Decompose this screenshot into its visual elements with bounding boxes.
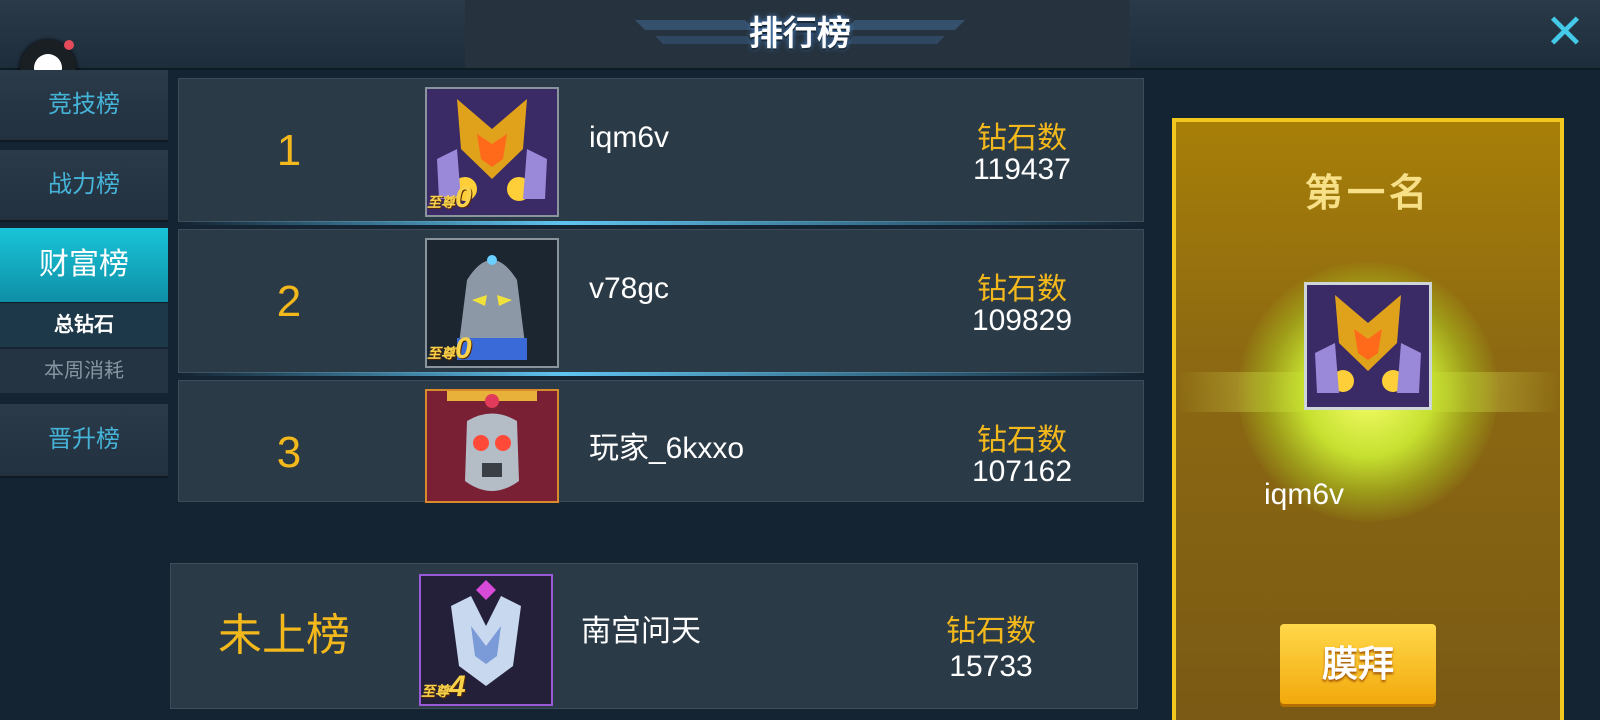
badge-text: 至尊: [427, 194, 455, 210]
stat-label: 钻石数: [977, 122, 1067, 155]
row-divider-glow: [180, 221, 1142, 225]
row-divider-glow: [180, 372, 1142, 376]
vip-badge: 至尊4: [421, 670, 466, 704]
badge-level: 0: [455, 332, 472, 365]
villain-portrait-icon: [427, 391, 557, 501]
ranking-row-3[interactable]: 3 玩家_6kxxo 钻石数 107162: [178, 380, 1144, 503]
rank-number: 3: [276, 428, 302, 477]
sidebar-item-label: 晋升榜: [48, 426, 120, 453]
badge-level: 4: [449, 670, 466, 703]
stat-label: 钻石数: [977, 273, 1067, 306]
stat-label: 钻石数: [977, 424, 1067, 457]
top-player-name: iqm6v: [1264, 478, 1345, 511]
badge-text: 至尊: [421, 683, 449, 699]
my-stat-label: 钻石数: [946, 615, 1036, 648]
top-player-avatar[interactable]: [1304, 282, 1432, 410]
my-rank-status: 未上榜: [218, 611, 350, 660]
rank-number: 1: [276, 126, 302, 175]
subtab-label: 本周消耗: [44, 360, 124, 382]
player-name: 玩家_6kxxo: [589, 432, 745, 465]
subtab-label: 总钻石: [54, 314, 114, 336]
my-avatar[interactable]: 至尊4: [419, 574, 553, 706]
ranking-row-2[interactable]: 2 至尊0 v78gc 钻石数 109829: [178, 229, 1144, 373]
player-avatar[interactable]: [425, 389, 559, 503]
my-ranking-row[interactable]: 未上榜 至尊4 南宫问天 钻石数 15733: [170, 563, 1138, 709]
rank-number: 2: [276, 277, 302, 326]
sidebar-item-arena[interactable]: 竞技榜: [0, 70, 168, 142]
vip-badge: 至尊0: [427, 332, 472, 366]
player-avatar[interactable]: 至尊0: [425, 238, 559, 368]
worship-button[interactable]: 膜拜: [1280, 624, 1436, 704]
armored-hero-portrait-icon: [1307, 285, 1429, 407]
stat-value: 109829: [971, 304, 1073, 337]
badge-level: 0: [455, 181, 472, 214]
sidebar-item-label: 竞技榜: [48, 91, 120, 118]
player-name: iqm6v: [589, 121, 670, 154]
ranking-row-1[interactable]: 1 至尊0 iqm6v 钻石数 119437: [178, 78, 1144, 222]
sidebar-item-promotion[interactable]: 晋升榜: [0, 404, 168, 478]
sidebar-item-label: 财富榜: [39, 248, 129, 281]
my-player-name: 南宫问天: [581, 615, 701, 648]
sidebar-item-label: 战力榜: [48, 171, 120, 198]
sidebar-item-power[interactable]: 战力榜: [0, 150, 168, 222]
badge-text: 至尊: [427, 345, 455, 361]
player-avatar[interactable]: 至尊0: [425, 87, 559, 217]
right-wing-ornament: [845, 20, 965, 44]
sidebar-item-wealth[interactable]: 财富榜: [0, 228, 168, 304]
subtab-total-diamonds[interactable]: 总钻石: [0, 303, 168, 347]
close-icon[interactable]: ✕: [1542, 9, 1588, 57]
top-player-panel: 第一名 iqm6v 膜拜: [1172, 118, 1564, 720]
subtab-weekly-consumption[interactable]: 本周消耗: [0, 349, 168, 393]
stat-value: 119437: [973, 153, 1071, 186]
player-name: v78gc: [589, 272, 670, 305]
vip-badge: 至尊0: [427, 181, 472, 215]
my-stat-value: 15733: [949, 650, 1033, 683]
page-title: 排行榜: [749, 15, 851, 53]
panel-title: 第一名: [1304, 173, 1431, 215]
notification-dot: [64, 40, 74, 50]
left-wing-ornament: [635, 20, 755, 44]
stat-value: 107162: [971, 455, 1073, 488]
